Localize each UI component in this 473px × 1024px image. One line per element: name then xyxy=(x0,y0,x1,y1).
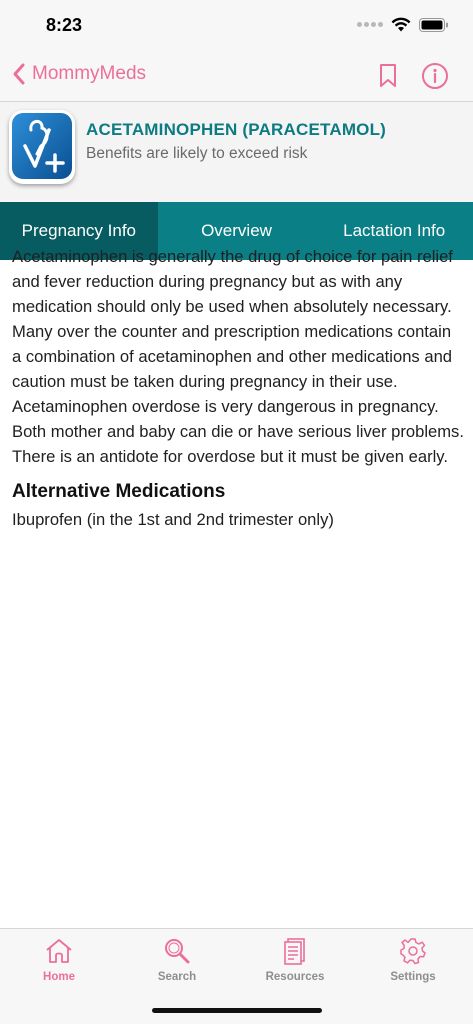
back-button-label: MommyMeds xyxy=(32,63,147,84)
home-indicator xyxy=(152,1008,322,1013)
alternative-medications-text: Ibuprofen (in the 1st and 2nd trimester … xyxy=(12,510,334,529)
wifi-icon xyxy=(391,17,411,32)
resources-icon xyxy=(284,938,305,965)
gear-icon xyxy=(400,938,426,965)
info-icon[interactable] xyxy=(421,62,449,90)
app-logo xyxy=(9,110,75,184)
bottom-tab-resources-label: Resources xyxy=(265,971,325,983)
search-icon xyxy=(165,939,190,964)
bottom-tab-search-label: Search xyxy=(157,971,197,983)
cellular-signal-icon xyxy=(357,22,383,27)
battery-icon xyxy=(419,17,448,32)
bottom-tab-home[interactable]: Home xyxy=(14,937,104,983)
nav-actions xyxy=(379,62,449,90)
alternative-medications-heading: Alternative Medications xyxy=(12,481,226,502)
bottom-tab-settings-label: Settings xyxy=(390,971,436,983)
bottom-tab-resources[interactable]: Resources xyxy=(250,937,340,983)
bottom-tab-search[interactable]: Search xyxy=(132,937,222,983)
status-time: 8:23 xyxy=(46,15,83,35)
bottom-tab-settings[interactable]: Settings xyxy=(368,937,458,983)
bottom-tab-home-label: Home xyxy=(43,971,75,983)
pregnancy-info-content: Acetaminophen is generally the drug of c… xyxy=(12,244,464,532)
risk-summary: Benefits are likely to exceed risk xyxy=(86,145,308,162)
pregnancy-info-text: Acetaminophen is generally the drug of c… xyxy=(12,247,464,466)
bookmark-icon[interactable] xyxy=(379,63,397,89)
home-icon xyxy=(46,939,72,963)
chevron-left-icon xyxy=(13,63,25,85)
status-indicators xyxy=(357,17,449,32)
drug-name: ACETAMINOPHEN (PARACETAMOL) xyxy=(86,120,387,139)
navigation-bar: MommyMeds xyxy=(0,52,473,102)
back-button[interactable]: MommyMeds xyxy=(12,62,146,86)
drug-header: ACETAMINOPHEN (PARACETAMOL) Benefits are… xyxy=(0,102,473,202)
status-bar: 8:23 xyxy=(0,0,473,52)
